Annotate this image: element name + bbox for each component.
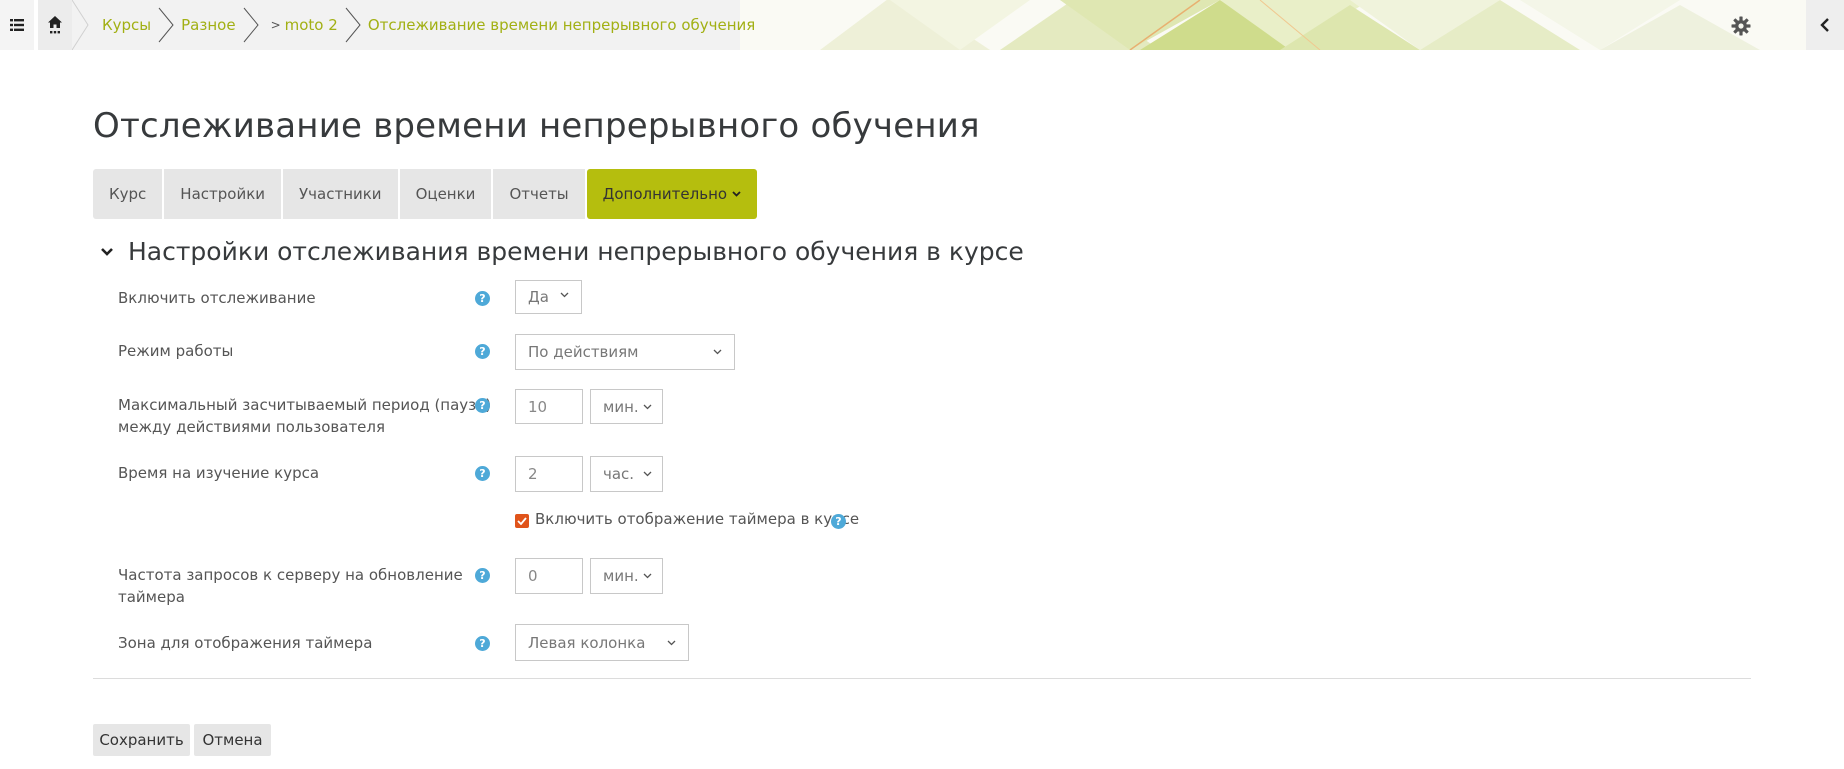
tab-more[interactable]: Дополнительно: [586, 169, 758, 219]
breadcrumb-item-courses[interactable]: Курсы: [102, 16, 151, 34]
help-icon[interactable]: ?: [475, 344, 490, 359]
gear-icon: [1731, 16, 1751, 36]
course-time-unit-value: час.: [603, 465, 635, 483]
enable-tracking-select[interactable]: Да: [515, 280, 582, 314]
breadcrumb-separator: [243, 7, 259, 43]
chevron-down-icon: [643, 404, 652, 410]
tab-participants[interactable]: Участники: [283, 169, 398, 219]
page-title: Отслеживание времени непрерывного обучен…: [93, 106, 980, 146]
course-time-input[interactable]: 2: [515, 456, 583, 492]
show-timer-checkbox[interactable]: [515, 514, 529, 528]
breadcrumb-item-module[interactable]: moto 2: [285, 16, 338, 34]
top-navbar: Курсы Разное > moto 2 Отслеживание време…: [0, 0, 1844, 50]
chevron-down-icon[interactable]: [100, 247, 114, 257]
tab-grades[interactable]: Оценки: [399, 169, 492, 219]
refresh-rate-label-line1: Частота запросов к серверу на обновление: [118, 566, 463, 584]
tab-reports[interactable]: Отчеты: [493, 169, 585, 219]
tab-course[interactable]: Курс: [93, 169, 163, 219]
course-tabs: Курс Настройки Участники Оценки Отчеты Д…: [93, 169, 759, 219]
breadcrumb-separator: [345, 7, 361, 43]
help-icon[interactable]: ?: [475, 291, 490, 306]
cancel-button[interactable]: Отмена: [194, 724, 271, 756]
timer-zone-select[interactable]: Левая колонка: [515, 624, 689, 661]
chevron-down-icon: [713, 349, 722, 355]
course-time-label: Время на изучение курса: [118, 464, 320, 482]
list-icon: [10, 19, 24, 31]
max-pause-label-line2: между действиями пользователя: [118, 418, 386, 436]
refresh-rate-input[interactable]: 0: [515, 558, 583, 594]
tab-settings[interactable]: Настройки: [164, 169, 282, 219]
help-icon[interactable]: ?: [831, 514, 846, 529]
refresh-rate-label-line2: таймера: [118, 588, 185, 606]
max-pause-unit-value: мин.: [603, 397, 639, 416]
mode-value: По действиям: [528, 343, 639, 361]
breadcrumb-separator: [72, 0, 89, 50]
caret-down-icon: [732, 191, 741, 197]
form-divider: [93, 678, 1751, 679]
help-icon[interactable]: ?: [475, 398, 490, 413]
breadcrumb-item-current[interactable]: Отслеживание времени непрерывного обучен…: [368, 16, 756, 34]
save-button[interactable]: Сохранить: [93, 724, 190, 756]
mode-select[interactable]: По действиям: [515, 334, 735, 370]
timer-zone-label: Зона для отображения таймера: [118, 634, 373, 652]
home-icon: [48, 16, 62, 34]
chevron-right-icon: >: [270, 18, 281, 32]
settings-button[interactable]: [1727, 12, 1755, 40]
drawer-toggle-button[interactable]: [1806, 0, 1844, 50]
max-pause-input[interactable]: 10: [515, 389, 583, 424]
refresh-rate-unit-select[interactable]: мин.: [590, 558, 663, 594]
breadcrumb-separator: [158, 7, 174, 43]
refresh-rate-label: Частота запросов к серверу на обновление…: [118, 564, 463, 608]
help-icon[interactable]: ?: [475, 466, 490, 481]
refresh-rate-unit-value: мин.: [603, 567, 639, 585]
chevron-down-icon: [667, 640, 676, 646]
timer-zone-value: Левая колонка: [528, 633, 646, 652]
tab-more-label: Дополнительно: [602, 185, 728, 203]
check-icon: [517, 517, 527, 525]
mode-label: Режим работы: [118, 342, 234, 360]
chevron-down-icon: [643, 471, 652, 477]
show-timer-label[interactable]: Включить отображение таймера в курсе: [535, 510, 859, 528]
home-button[interactable]: [38, 0, 72, 50]
max-pause-unit-select[interactable]: мин.: [590, 389, 663, 424]
enable-tracking-value: Да: [528, 288, 549, 306]
section-header[interactable]: Настройки отслеживания времени непрерывн…: [100, 237, 1024, 266]
chevron-left-icon: [1820, 18, 1829, 32]
help-icon[interactable]: ?: [475, 568, 490, 583]
menu-button[interactable]: [0, 0, 34, 50]
chevron-down-icon: [643, 573, 652, 579]
chevron-down-icon: [560, 292, 569, 298]
section-title: Настройки отслеживания времени непрерывн…: [128, 237, 1024, 266]
help-icon[interactable]: ?: [475, 636, 490, 651]
breadcrumb-item-misc[interactable]: Разное: [181, 16, 235, 34]
enable-tracking-label: Включить отслеживание: [118, 289, 316, 307]
breadcrumb: Курсы Разное > moto 2 Отслеживание време…: [72, 0, 755, 50]
header-decoration: [700, 0, 1844, 50]
max-pause-label-line1: Максимальный засчитываемый период (пауза…: [118, 396, 492, 414]
course-time-unit-select[interactable]: час.: [590, 456, 663, 492]
max-pause-label: Максимальный засчитываемый период (пауза…: [118, 394, 491, 438]
